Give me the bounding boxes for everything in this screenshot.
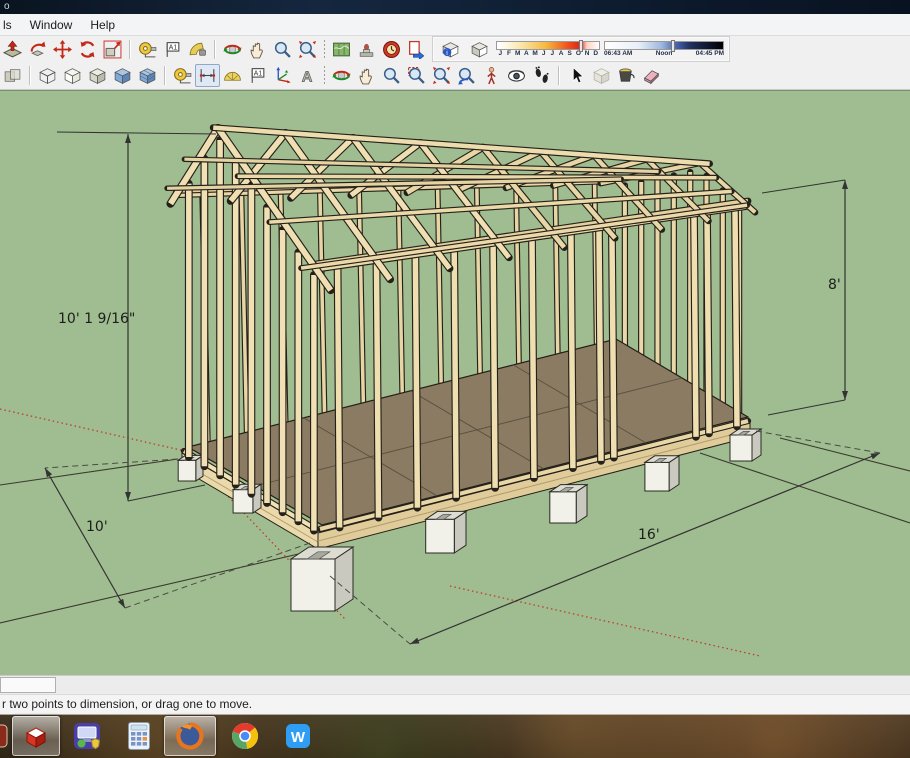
dimension-label-width[interactable]: 10' [86, 519, 108, 535]
toolbar-separator [558, 66, 560, 85]
zoom-extents-icon[interactable] [295, 38, 320, 61]
text-icon[interactable]: A1 [245, 64, 270, 87]
look-around-icon[interactable] [504, 64, 529, 87]
taskbar-firefox-button[interactable] [164, 716, 216, 756]
dimension-label-overall-height[interactable]: 10' 1 9/16" [58, 311, 135, 327]
dimension-flag-icon[interactable]: A1 [160, 38, 185, 61]
svg-text:A1: A1 [169, 44, 178, 51]
toolbar-separator [324, 66, 325, 85]
lower-strip-box [0, 677, 56, 693]
wireframe-icon[interactable] [35, 64, 60, 87]
toolbar-separator [324, 39, 325, 59]
svg-text:A1: A1 [254, 71, 263, 78]
stamp-icon[interactable] [354, 38, 379, 61]
svg-text:A: A [302, 69, 313, 85]
push-terrain-icon[interactable] [0, 38, 25, 61]
shadow-settings-icon[interactable]: i [438, 38, 463, 61]
zoom-icon[interactable] [379, 64, 404, 87]
window-title-text: o [4, 1, 10, 12]
select-icon[interactable] [564, 64, 589, 87]
map-icon[interactable] [329, 38, 354, 61]
zoom-window-icon[interactable] [404, 64, 429, 87]
axes-icon[interactable] [270, 64, 295, 87]
time-red-icon[interactable] [379, 38, 404, 61]
toolbar-separator [29, 66, 31, 85]
taskbar-start-fragment-button[interactable] [0, 716, 8, 756]
svg-text:W: W [291, 729, 306, 746]
dimension-icon[interactable] [195, 64, 220, 87]
toolbar-separator [164, 66, 166, 85]
monochrome-icon[interactable] [85, 64, 110, 87]
status-bar: r two points to dimension, or drag one t… [0, 694, 910, 714]
taskbar-chrome-button[interactable] [226, 716, 264, 756]
dimension-label-wall-height[interactable]: 8' [828, 277, 841, 293]
shadows-toolbar-panel: i JFMAMJJASOND 06:43 AM Noon 04:45 PM [432, 36, 730, 62]
orbit-icon[interactable] [329, 64, 354, 87]
toolbar-row-2: A1 A [0, 62, 910, 90]
walk-icon[interactable] [529, 64, 554, 87]
taskbar-writer-button[interactable]: W [278, 716, 318, 756]
menu-item-window[interactable]: Window [21, 16, 82, 34]
lower-strip [0, 675, 910, 694]
windows-taskbar: W [0, 714, 910, 758]
shadow-time-slider[interactable]: 06:43 AM Noon 04:45 PM [604, 40, 724, 57]
month-slider-handle[interactable] [578, 40, 583, 52]
time-slider-handle[interactable] [671, 40, 676, 52]
export-icon[interactable] [404, 38, 429, 61]
eraser-icon[interactable] [639, 64, 664, 87]
3d-text-icon[interactable]: A [295, 64, 320, 87]
zoom-icon[interactable] [270, 38, 295, 61]
zoom-extents-icon[interactable] [429, 64, 454, 87]
toolbar-separator [129, 39, 131, 59]
pan-icon[interactable] [245, 38, 270, 61]
shaded-textures-icon[interactable] [135, 64, 160, 87]
move-icon[interactable] [50, 38, 75, 61]
hidden-line-icon[interactable] [60, 64, 85, 87]
orbit-icon[interactable] [220, 38, 245, 61]
menu-item-help[interactable]: Help [81, 16, 124, 34]
component-icon[interactable] [589, 64, 614, 87]
pan-icon[interactable] [354, 64, 379, 87]
paint-bucket-icon[interactable] [614, 64, 639, 87]
taskbar-games-button[interactable] [67, 716, 107, 756]
model-viewport[interactable]: 10' 1 9/16" 8' 10' 16' [0, 90, 910, 675]
paint-shell-icon[interactable] [185, 38, 210, 61]
menu-bar: ls Window Help [0, 14, 910, 36]
taskbar-sketchup-button[interactable] [12, 716, 60, 756]
shaded-icon[interactable] [110, 64, 135, 87]
toolbar-row-1: A1 i JFMAMJJASOND 06:43 AM Noon 04:45 PM [0, 36, 910, 62]
protractor-icon[interactable] [220, 64, 245, 87]
shadow-toggle-icon[interactable] [467, 38, 492, 61]
rotate-object-icon[interactable] [25, 38, 50, 61]
tape-measure-icon[interactable] [135, 38, 160, 61]
taskbar-calculator-button[interactable] [121, 716, 157, 756]
refresh-icon[interactable] [75, 38, 100, 61]
toolbar-separator [214, 39, 216, 59]
shed-model [164, 123, 763, 612]
scale-box-icon[interactable] [100, 38, 125, 61]
window-title-bar: o [0, 0, 910, 14]
position-camera-icon[interactable] [479, 64, 504, 87]
shed-model-canvas[interactable] [0, 91, 910, 675]
menu-item-ls[interactable]: ls [0, 16, 21, 34]
shadow-month-slider[interactable]: JFMAMJJASOND [496, 40, 600, 57]
tape-measure-icon[interactable] [170, 64, 195, 87]
dimension-label-length[interactable]: 16' [638, 527, 660, 543]
xray-icon[interactable] [0, 64, 25, 87]
status-message: r two points to dimension, or drag one t… [2, 697, 253, 711]
zoom-previous-icon[interactable] [454, 64, 479, 87]
